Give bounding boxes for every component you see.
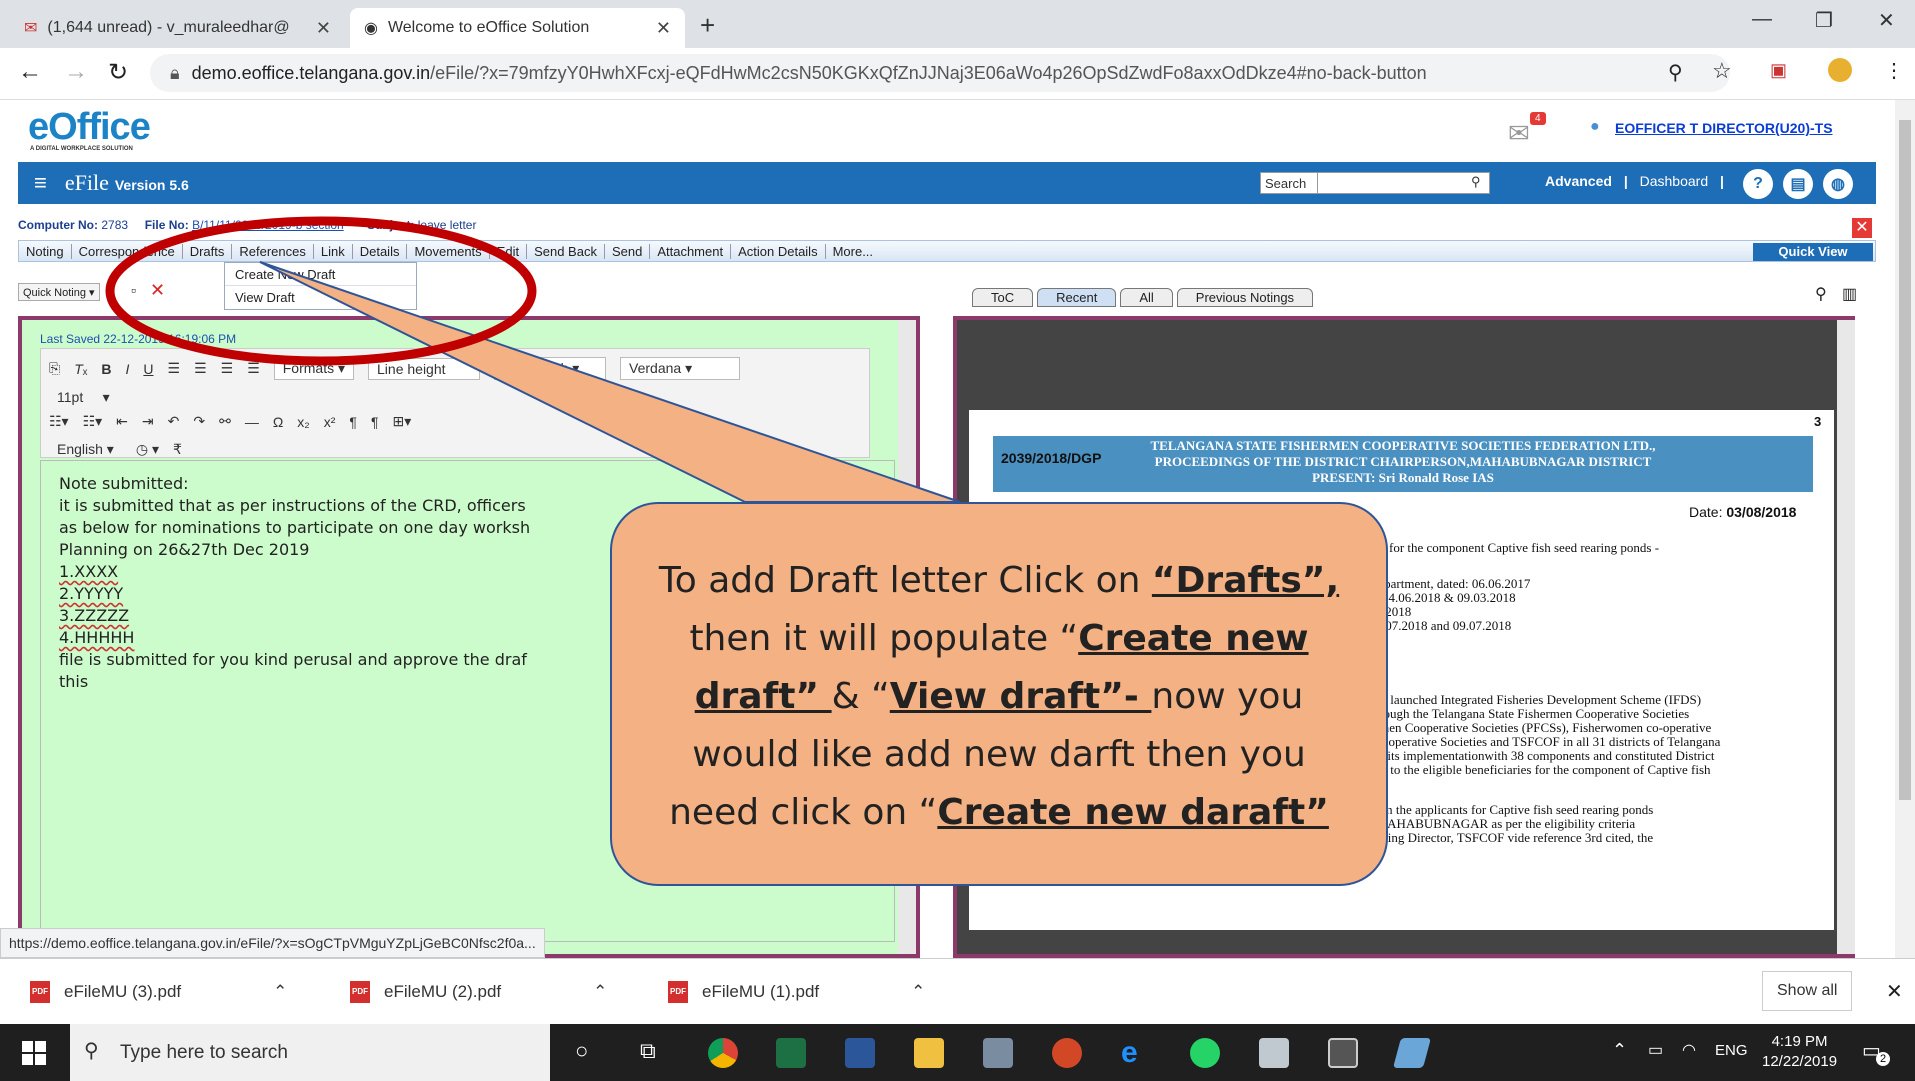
excel-icon[interactable] [776, 1038, 806, 1068]
language-indicator[interactable]: ENG [1715, 1042, 1748, 1059]
chrome-icon[interactable] [708, 1038, 738, 1068]
instruction-callout: To add Draft letter Click on “Drafts”, t… [610, 502, 1388, 886]
pdf-icon: PDF [350, 981, 370, 1003]
powerpoint-icon[interactable] [1052, 1038, 1082, 1068]
whatsapp-icon[interactable] [1190, 1038, 1220, 1068]
chevron-up-icon: ⌃ [911, 982, 926, 1001]
taskbar-clock[interactable]: 4:19 PM 12/22/2019 [1762, 1032, 1837, 1072]
battery-icon[interactable]: ▭ [1648, 1040, 1663, 1060]
paint-icon[interactable] [983, 1038, 1013, 1068]
wifi-icon[interactable]: ◠ [1682, 1040, 1696, 1060]
close-icon[interactable]: ✕ [1886, 979, 1903, 1004]
callout-pointer [259, 261, 961, 503]
tray-chevron-icon[interactable]: ⌃ [1612, 1040, 1627, 1061]
snipping-icon[interactable] [1259, 1038, 1289, 1068]
chevron-up-icon: ⌃ [273, 982, 288, 1001]
search-icon: ⚲ [84, 1040, 99, 1062]
windows-start-icon[interactable] [22, 1041, 46, 1065]
notification-badge: 2 [1876, 1052, 1890, 1066]
task-view-icon[interactable]: ⧉ [640, 1038, 656, 1064]
edge-icon[interactable]: e [1121, 1038, 1151, 1068]
downloads-bar: PDF eFileMU (3).pdf ⌃ PDF eFileMU (2).pdf ⌃ … [0, 958, 1915, 1024]
pdf-icon: PDF [30, 981, 50, 1003]
taskbar-search[interactable]: ⚲ Type here to search [70, 1024, 550, 1081]
cortana-icon[interactable]: ○ [575, 1038, 588, 1064]
pdf-icon: PDF [668, 981, 688, 1003]
download-item[interactable]: PDF eFileMU (1).pdf ⌃ [668, 981, 925, 1003]
app-icon[interactable] [1392, 1038, 1432, 1068]
windows-taskbar: ⚲ Type here to search ○ ⧉ e ⌃ ▭ ◠ ENG 4:… [0, 1024, 1915, 1081]
word-icon[interactable] [845, 1038, 875, 1068]
show-all-button[interactable]: Show all [1762, 971, 1853, 1011]
download-item[interactable]: PDF eFileMU (2).pdf ⌃ [350, 981, 607, 1003]
chevron-up-icon: ⌃ [593, 982, 608, 1001]
file-explorer-icon[interactable] [914, 1038, 944, 1068]
download-item[interactable]: PDF eFileMU (3).pdf ⌃ [30, 981, 287, 1003]
calculator-icon[interactable] [1328, 1038, 1358, 1068]
